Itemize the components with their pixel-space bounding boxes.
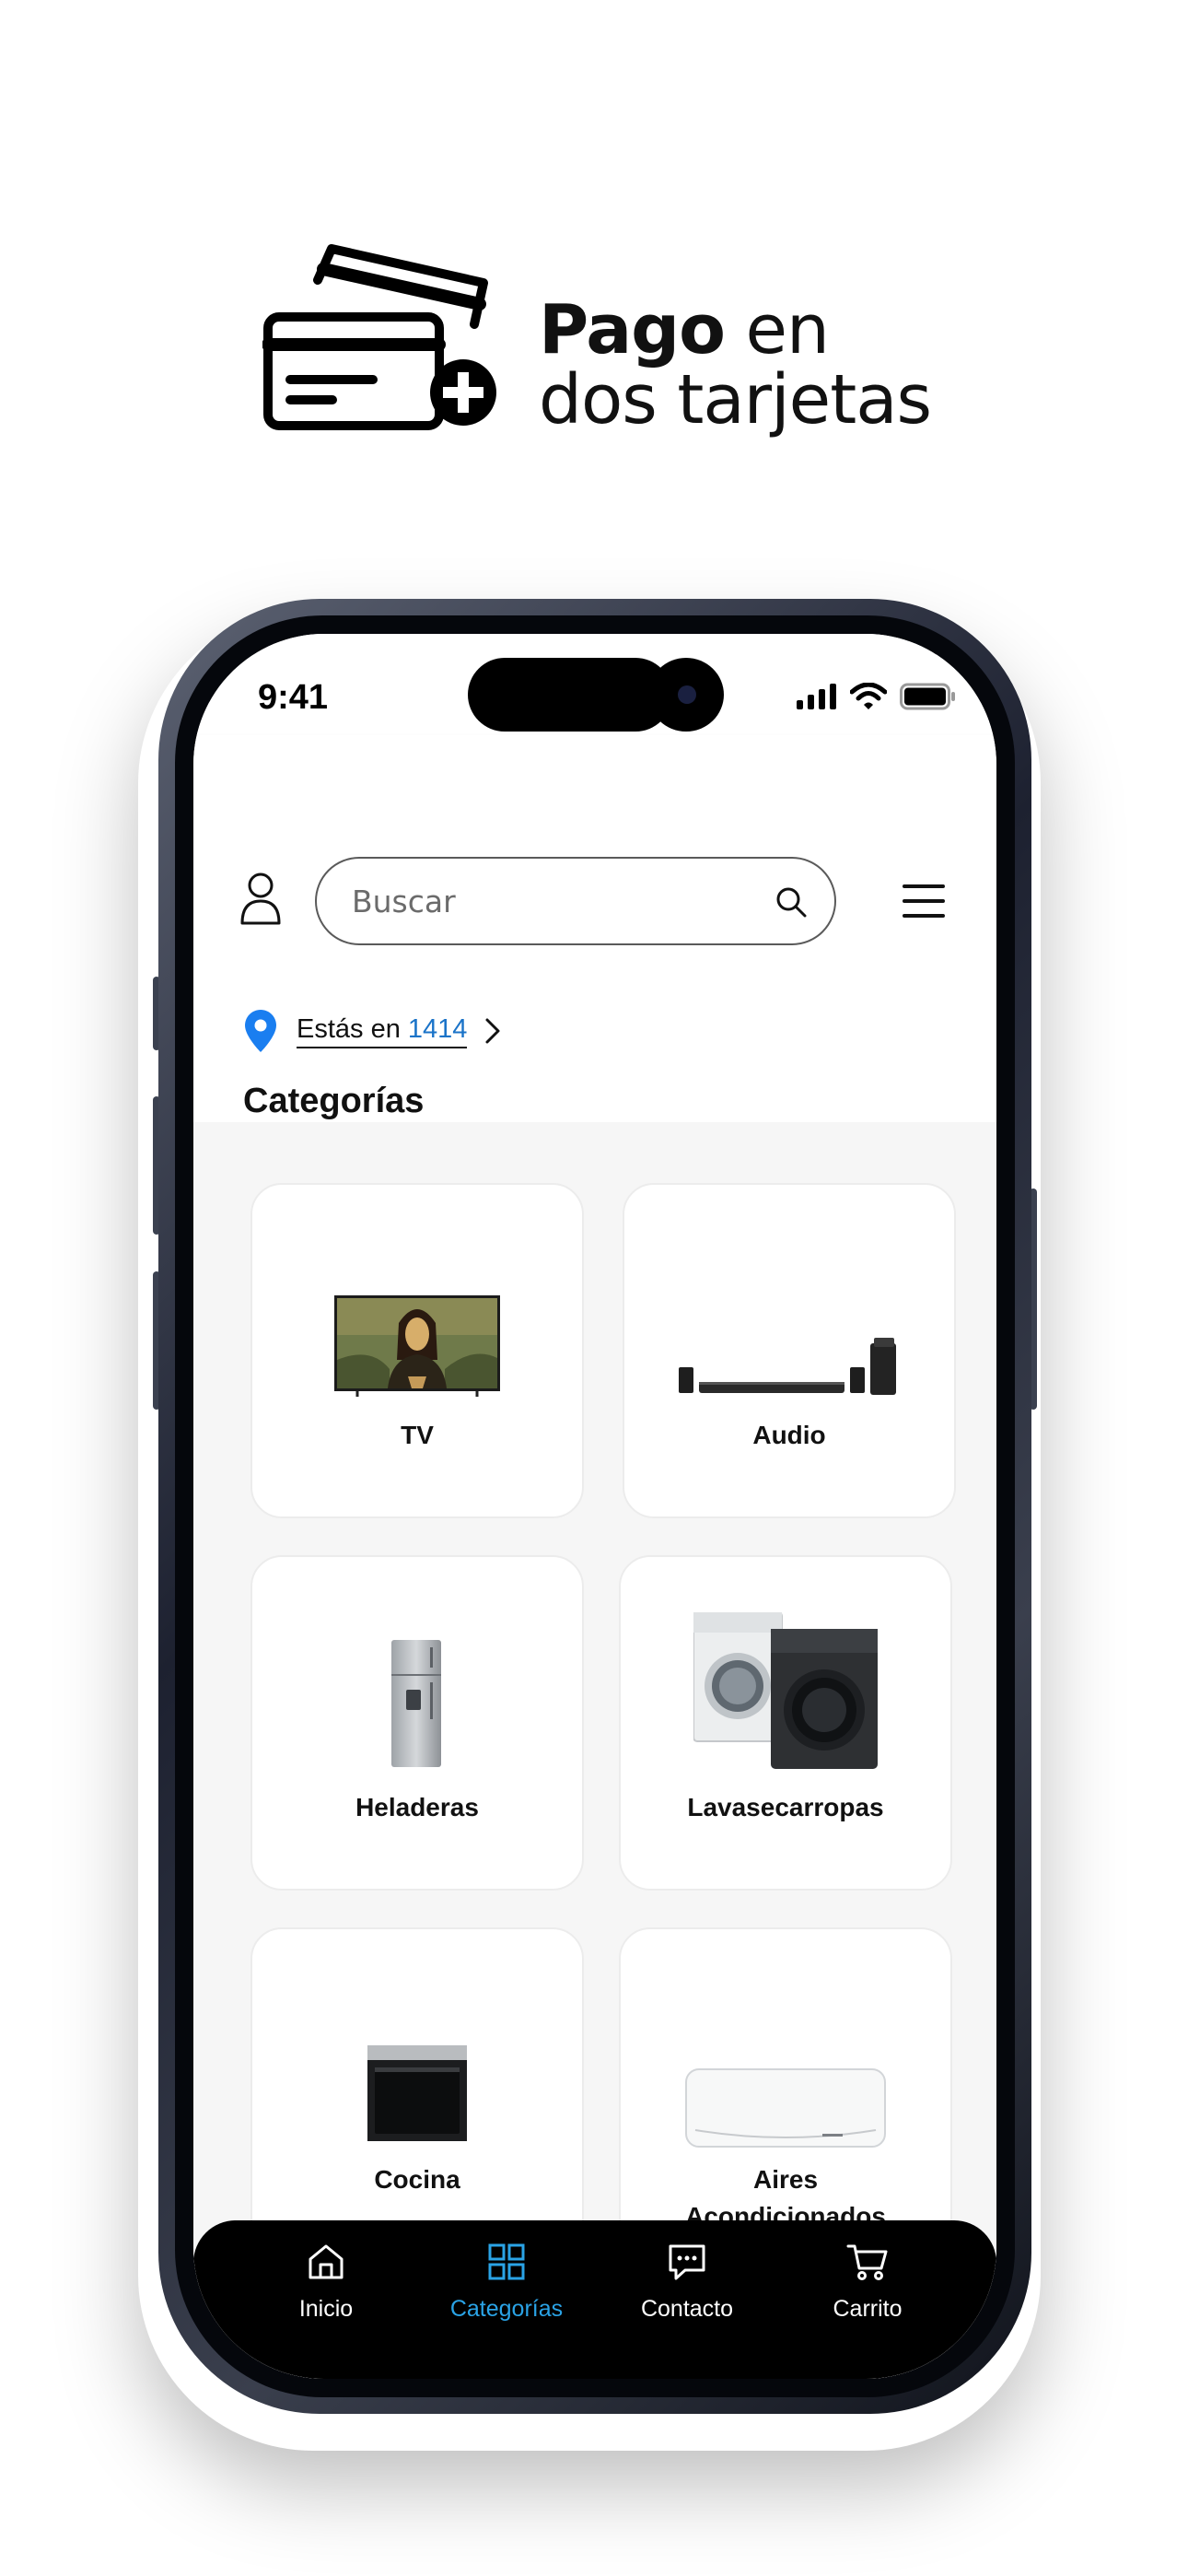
status-time: 9:41	[258, 678, 329, 717]
promo-title-bold: Pago	[539, 290, 726, 369]
search-input[interactable]	[352, 883, 748, 919]
nav-label: Carrito	[833, 2296, 903, 2322]
chevron-right-icon[interactable]	[483, 1017, 502, 1045]
promo-title-line2: dos tarjetas	[539, 360, 932, 439]
home-icon	[309, 2244, 344, 2279]
category-card-tv[interactable]: TV	[250, 1183, 584, 1518]
battery-icon	[900, 683, 955, 710]
status-bar: 9:41	[193, 634, 996, 735]
user-icon[interactable]	[239, 872, 282, 925]
nav-item-contacto[interactable]: Contacto	[604, 2242, 770, 2344]
wifi-icon	[850, 683, 887, 709]
nav-label: Categorías	[449, 2296, 564, 2322]
promo-title: Pago en dos tarjetas	[539, 295, 932, 439]
location-selector[interactable]: Estás en 1414	[245, 1008, 502, 1054]
nav-label: Contacto	[640, 2296, 734, 2322]
category-card-aires[interactable]: Aires Acondicionados	[619, 1927, 952, 2263]
signal-icon	[797, 684, 836, 709]
category-label: Heladeras	[355, 1793, 479, 1821]
promo-header: Pago en dos tarjetas	[0, 0, 1188, 516]
search-bar[interactable]	[315, 857, 836, 945]
category-label: Cocina	[374, 2165, 460, 2194]
category-card-audio[interactable]: Audio	[623, 1183, 956, 1518]
category-card-cocina[interactable]: Cocina	[250, 1927, 584, 2263]
washer-dryer-image	[621, 1612, 950, 1769]
location-link[interactable]: Estás en 1414	[297, 1013, 468, 1048]
category-card-lavasecarropas[interactable]: Lavasecarropas	[619, 1555, 952, 1891]
location-prefix: Estás en	[297, 1013, 408, 1044]
app-header: Estás en 1414 Categorías	[193, 735, 996, 1122]
nav-item-inicio[interactable]: Inicio	[243, 2242, 409, 2344]
air-conditioner-image	[621, 2012, 950, 2150]
credit-cards-plus-icon	[262, 244, 496, 430]
category-label: Lavasecarropas	[687, 1793, 884, 1821]
grid-icon	[488, 2243, 525, 2280]
nav-item-categorias[interactable]: Categorías	[424, 2242, 589, 2344]
hamburger-menu-icon[interactable]	[903, 883, 945, 919]
location-code: 1414	[407, 1013, 468, 1044]
bottom-nav: Inicio Categorías Contacto Carrito	[193, 2220, 996, 2379]
soundbar-image	[624, 1259, 954, 1397]
category-label: TV	[401, 1421, 434, 1449]
chat-icon	[669, 2244, 705, 2280]
promo-title-rest: en	[725, 290, 830, 369]
nav-label: Inicio	[298, 2296, 354, 2322]
cart-icon	[846, 2244, 888, 2280]
nav-item-carrito[interactable]: Carrito	[785, 2242, 950, 2344]
dynamic-island	[468, 658, 672, 732]
oven-image	[252, 2003, 582, 2141]
camera-icon	[648, 658, 724, 732]
phone-screen: 9:41 Buscar Estás en 1414 Categorías TV …	[193, 634, 996, 2379]
refrigerator-image	[252, 1631, 582, 1769]
status-icons	[797, 680, 955, 713]
search-icon[interactable]	[775, 886, 807, 918]
categories-grid: TV Audio Heladeras Lavasecarropas Cocina…	[193, 1122, 996, 2379]
tv-image	[252, 1259, 582, 1397]
category-card-heladeras[interactable]: Heladeras	[250, 1555, 584, 1891]
section-title: Categorías	[243, 1082, 425, 1120]
location-pin-icon	[245, 1010, 276, 1052]
category-label: Audio	[752, 1421, 826, 1449]
